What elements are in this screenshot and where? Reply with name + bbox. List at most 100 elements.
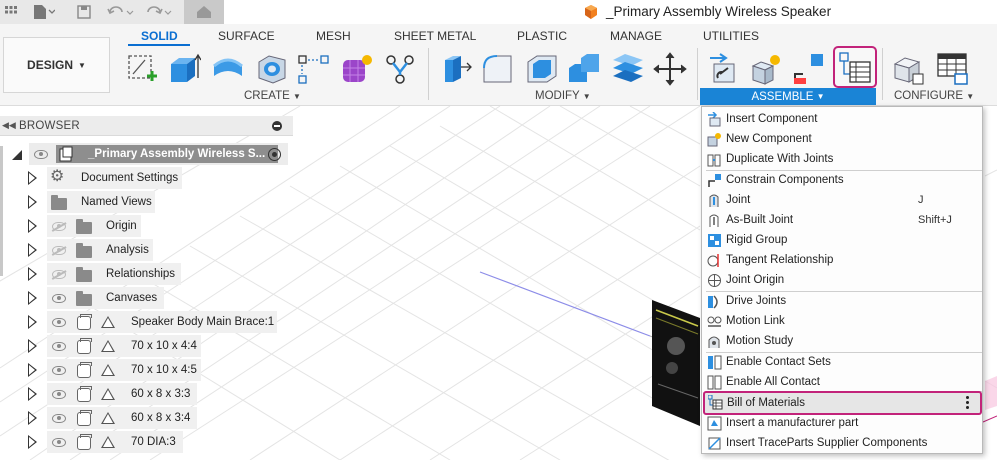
shell-icon[interactable]	[524, 51, 560, 87]
menu-item-joint[interactable]: Joint J	[702, 190, 982, 210]
expand-arrow-icon[interactable]	[28, 219, 40, 233]
bill-of-materials-tool-button[interactable]	[833, 46, 877, 88]
expand-arrow-icon[interactable]	[28, 195, 40, 209]
menu-item-insert-component[interactable]: Insert Component	[702, 109, 982, 129]
expand-arrow-icon[interactable]	[28, 411, 40, 425]
menu-item-as-built-joint[interactable]: As-Built Joint Shift+J	[702, 210, 982, 230]
eye-hidden-icon[interactable]	[52, 246, 66, 255]
menu-item-drive-joints[interactable]: Drive Joints	[702, 291, 982, 311]
menu-item-enable-all-contact[interactable]: Enable All Contact	[702, 372, 982, 392]
eye-icon[interactable]	[52, 366, 66, 375]
browser-scrollbar[interactable]	[0, 146, 3, 276]
collapse-panel-icon[interactable]: ◀◀	[2, 120, 16, 131]
eye-icon[interactable]	[52, 342, 66, 351]
expand-arrow-icon[interactable]	[28, 291, 40, 305]
document-cube-icon	[585, 4, 597, 19]
modify-group-label[interactable]: MODIFY ▼	[535, 90, 591, 102]
eye-hidden-icon[interactable]	[52, 270, 66, 279]
workspace-label: DESIGN	[27, 58, 74, 72]
menu-item-joint-origin[interactable]: Joint Origin	[702, 270, 982, 290]
expand-arrow-icon[interactable]	[28, 339, 40, 353]
eye-icon[interactable]	[52, 414, 66, 423]
eye-icon[interactable]	[52, 294, 66, 303]
menu-item-bill-of-materials[interactable]: Bill of Materials	[703, 391, 982, 415]
more-options-icon[interactable]	[966, 396, 970, 410]
move-copy-icon[interactable]	[652, 51, 688, 87]
menu-item-new-component[interactable]: New Component	[702, 129, 982, 149]
configure-model-icon[interactable]	[890, 51, 926, 87]
press-pull-icon[interactable]	[438, 51, 474, 87]
expand-arrow-icon[interactable]	[28, 363, 40, 377]
expand-arrow-icon[interactable]	[28, 243, 40, 257]
body-triangle-icon	[101, 340, 115, 352]
tab-surface[interactable]: SURFACE	[218, 29, 275, 43]
combine-icon[interactable]	[566, 51, 602, 87]
pattern-icon[interactable]	[296, 51, 332, 87]
tab-sheet-metal[interactable]: SHEET METAL	[394, 29, 476, 43]
undo-icon[interactable]	[106, 3, 136, 21]
tab-mesh[interactable]: MESH	[316, 29, 351, 43]
fillet-icon[interactable]	[480, 51, 516, 87]
activate-radio-icon[interactable]	[268, 148, 281, 161]
grid-menu-icon[interactable]	[4, 3, 18, 21]
menu-item-label: New Component	[726, 133, 812, 145]
expand-arrow-icon[interactable]	[28, 315, 40, 329]
redo-icon[interactable]	[144, 3, 174, 21]
create-sketch-icon[interactable]	[124, 51, 160, 87]
menu-item-tangent-relationship[interactable]: Tangent Relationship	[702, 250, 982, 270]
menu-item-motion-link[interactable]: Motion Link	[702, 311, 982, 331]
create-group-label[interactable]: CREATE ▼	[244, 90, 301, 102]
menu-item-insert-traceparts[interactable]: Insert TraceParts Supplier Components	[702, 433, 982, 453]
create-form-icon[interactable]	[338, 51, 374, 87]
revolve-icon[interactable]	[210, 51, 246, 87]
assemble-group-label[interactable]: ASSEMBLE ▼	[700, 88, 876, 105]
expand-arrow-icon[interactable]	[28, 435, 40, 449]
new-component-tool-icon[interactable]	[748, 51, 784, 87]
component-icon	[77, 386, 92, 402]
expand-arrow-icon[interactable]	[28, 171, 40, 185]
offset-face-icon[interactable]	[610, 51, 646, 87]
configure-group-label[interactable]: CONFIGURE ▼	[894, 90, 974, 102]
tab-manage[interactable]: MANAGE	[610, 29, 662, 43]
caret-down-icon: ▼	[966, 92, 975, 101]
eye-icon[interactable]	[52, 318, 66, 327]
menu-shortcut: Shift+J	[918, 214, 952, 226]
joint-tool-icon[interactable]	[790, 51, 826, 87]
component-icon	[77, 410, 92, 426]
folder-icon	[76, 243, 92, 258]
component-icon	[77, 338, 92, 354]
tab-solid[interactable]: SOLID	[141, 29, 178, 43]
menu-item-label: Bill of Materials	[727, 397, 805, 409]
extrude-icon[interactable]	[166, 51, 202, 87]
eye-icon[interactable]	[34, 150, 48, 159]
workspace-switcher-button[interactable]: DESIGN ▼	[3, 37, 110, 93]
new-component-icon	[707, 133, 721, 147]
eye-hidden-icon[interactable]	[52, 222, 66, 231]
hole-icon[interactable]	[254, 51, 290, 87]
menu-item-motion-study[interactable]: Motion Study	[702, 331, 982, 351]
caret-down-icon: ▼	[816, 92, 825, 101]
configuration-table-icon[interactable]	[934, 51, 970, 87]
collapse-arrow-icon[interactable]	[12, 150, 22, 160]
eye-icon[interactable]	[52, 438, 66, 447]
tab-plastic[interactable]: PLASTIC	[517, 29, 567, 43]
expand-arrow-icon[interactable]	[28, 387, 40, 401]
eye-icon[interactable]	[52, 390, 66, 399]
expand-arrow-icon[interactable]	[28, 267, 40, 281]
save-icon[interactable]	[76, 3, 92, 21]
menu-item-label: Enable All Contact	[726, 376, 820, 388]
menu-item-enable-contact-sets[interactable]: Enable Contact Sets	[702, 352, 982, 372]
menu-item-constrain-components[interactable]: Constrain Components	[702, 170, 982, 190]
menu-item-label: Motion Link	[726, 315, 785, 327]
menu-item-insert-manufacturer-part[interactable]: Insert a manufacturer part	[702, 413, 982, 433]
insert-component-tool-icon[interactable]	[705, 51, 741, 87]
ribbon-toolbar: DESIGN ▼ SOLID SURFACE MESH SHEET METAL …	[0, 24, 997, 106]
menu-item-duplicate-with-joints[interactable]: Duplicate With Joints	[702, 149, 982, 169]
home-icon[interactable]	[184, 0, 224, 24]
menu-item-rigid-group[interactable]: Rigid Group	[702, 230, 982, 250]
tab-utilities[interactable]: UTILITIES	[703, 29, 759, 43]
as-built-joint-icon	[709, 214, 719, 227]
file-menu-icon[interactable]	[32, 3, 56, 21]
browser-minimize-icon[interactable]	[272, 121, 282, 131]
derive-icon[interactable]	[382, 51, 418, 87]
